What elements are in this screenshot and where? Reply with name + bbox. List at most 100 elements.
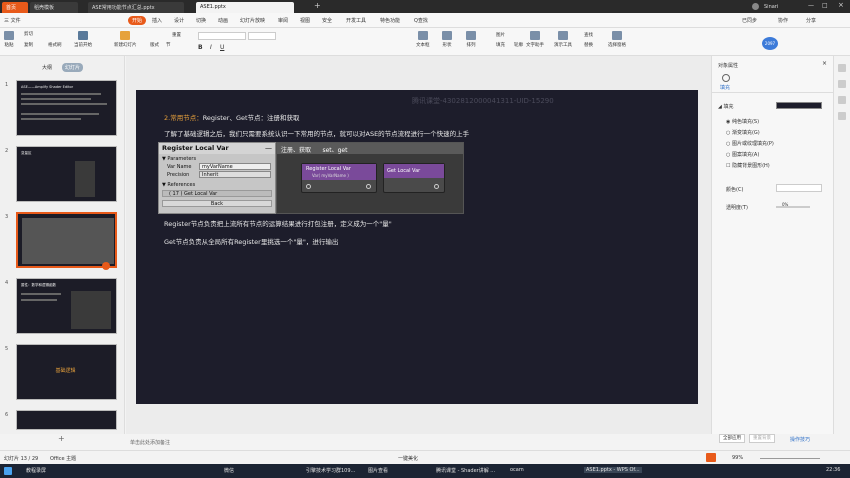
find-button[interactable]: 查找 <box>584 32 593 38</box>
menu-security[interactable]: 安全 <box>322 17 332 24</box>
textbox-button[interactable]: 文本框 <box>416 31 430 48</box>
slide-thumbnail-1[interactable]: ASE——Amplify Shader Editor <box>16 80 117 136</box>
file-menu[interactable]: 三 文件 <box>4 17 21 24</box>
new-slide-button[interactable]: 新建幻灯片 <box>114 31 137 48</box>
solid-fill-option[interactable]: ◉ 纯色填充(S) <box>726 118 759 125</box>
gradient-fill-option[interactable]: ○ 渐变填充(G) <box>726 129 760 136</box>
properties-icon[interactable] <box>838 64 846 72</box>
tab-home[interactable]: 首页 <box>2 2 28 13</box>
side-toolbar <box>833 56 850 434</box>
taskbar-item-recording[interactable]: 教程录屏 <box>26 467 46 474</box>
slide-thumbnail-3[interactable] <box>16 212 117 270</box>
taskbar-item-wechat[interactable]: 微信 <box>224 467 234 474</box>
reset-bg-button[interactable]: 重置背景 <box>749 434 775 443</box>
avatar[interactable] <box>752 3 759 10</box>
share-button[interactable]: 分享 <box>806 17 816 24</box>
add-slide-icon[interactable] <box>102 262 110 270</box>
layout-button[interactable]: 版式 <box>150 42 159 48</box>
menu-start[interactable]: 开始 <box>128 16 147 25</box>
slide-thumbnail-2[interactable]: 变量区 <box>16 146 117 202</box>
arrange-button[interactable]: 排列 <box>466 31 476 48</box>
button-label: 粘贴 <box>4 43 14 48</box>
menu-features[interactable]: 特色功能 <box>380 17 400 24</box>
input-port-icon <box>306 184 311 189</box>
copy-button[interactable]: 复制 <box>24 42 33 48</box>
hide-bg-checkbox[interactable]: ☐ 隐藏背景图形(H) <box>726 162 770 169</box>
reset-button[interactable]: 重置 <box>172 32 181 38</box>
menu-view[interactable]: 视图 <box>300 17 310 24</box>
cut-button[interactable]: 剪切 <box>24 31 33 37</box>
node-graph-image: 注册、获取 set、get Register Local Var Var( my… <box>276 142 464 214</box>
menu-slideshow[interactable]: 幻灯片放映 <box>240 17 265 24</box>
picture-fill-option[interactable]: ○ 图片或纹理填充(P) <box>726 140 774 147</box>
tab-outline[interactable]: 大纲 <box>42 64 52 71</box>
taskbar-item-ocam[interactable]: ocam <box>510 467 524 473</box>
italic-button[interactable]: I <box>210 44 212 51</box>
beautify-button[interactable]: 一键美化 <box>398 455 418 462</box>
play-slideshow-icon[interactable] <box>706 453 716 462</box>
account-name[interactable]: Sinari <box>764 4 778 10</box>
menu-insert[interactable]: 插入 <box>152 17 162 24</box>
selection-pane-button[interactable]: 选择窗格 <box>608 31 626 48</box>
paste-button[interactable]: 粘贴 <box>4 31 14 48</box>
menu-animation[interactable]: 动画 <box>218 17 228 24</box>
cloud-badge[interactable]: 2097 <box>762 37 778 50</box>
collab-button[interactable]: 协作 <box>778 17 788 24</box>
sync-status[interactable]: 已同步 <box>742 17 757 24</box>
presentation-tools-button[interactable]: 演示工具 <box>554 31 572 48</box>
tab-ase-summary[interactable]: ASE常用功能节点汇总.pptx <box>88 2 184 13</box>
register-description: Register节点负责把上流所有节点的运算结果进行打包注册，定义成为一个"量" <box>164 220 392 228</box>
taskbar-item-group[interactable]: 引擎技术学习群109... <box>306 467 355 474</box>
windows-start-icon[interactable] <box>4 467 12 475</box>
outline-button[interactable]: 轮廓 <box>514 42 523 48</box>
tab-ase1[interactable]: ASE1.pptx <box>196 2 294 13</box>
bold-button[interactable]: B <box>198 44 203 51</box>
tips-link[interactable]: 操作技巧 <box>790 436 810 443</box>
font-size-select[interactable] <box>248 32 276 40</box>
apply-all-button[interactable]: 全部应用 <box>719 434 745 443</box>
shape-button[interactable]: 形状 <box>442 31 452 48</box>
add-slide-button[interactable]: + <box>58 434 65 443</box>
color-select[interactable] <box>776 184 822 192</box>
picture-button[interactable]: 图片 <box>496 32 505 38</box>
menu-devtools[interactable]: 开发工具 <box>346 17 366 24</box>
format-painter-button[interactable]: 格式刷 <box>48 42 62 48</box>
zoom-slider[interactable] <box>760 458 820 459</box>
start-from-current-button[interactable]: 当前开始 <box>74 31 92 48</box>
slide[interactable]: 腾讯课堂-4302812000041311-UID-15290 2.常用节点：R… <box>136 90 698 404</box>
settings-icon[interactable] <box>838 112 846 120</box>
font-name-select[interactable] <box>198 32 246 40</box>
style-icon[interactable] <box>838 80 846 88</box>
tab-template[interactable]: 稻壳模板 <box>30 2 78 13</box>
slide-thumbnail-4[interactable]: 属性：数学和逻辑函数 <box>16 278 117 334</box>
slide-thumbnail-5[interactable]: 基础逻辑 <box>16 344 117 400</box>
fill-button[interactable]: 填充 <box>496 42 505 48</box>
button-label: 形状 <box>442 43 452 48</box>
animation-icon[interactable] <box>838 96 846 104</box>
menu-design[interactable]: 设计 <box>174 17 184 24</box>
slides-panel: 大纲 幻灯片 1 ASE——Amplify Shader Editor 2 变量… <box>0 56 125 443</box>
notes-placeholder[interactable]: 单击此处添加备注 <box>130 439 170 446</box>
close-panel-icon[interactable]: × <box>822 60 827 67</box>
taskbar-item-wps[interactable]: ASE1.pptx - WPS Of... <box>584 467 642 473</box>
fill-color-swatch[interactable] <box>776 102 822 109</box>
menu-review[interactable]: 审阅 <box>278 17 288 24</box>
minimize-icon[interactable]: — <box>808 2 814 9</box>
taskbar-item-tencent[interactable]: 腾讯课堂 - Shader讲解 ... <box>436 467 495 474</box>
replace-button[interactable]: 替换 <box>584 42 593 48</box>
fill-tab[interactable]: 填充 <box>720 84 730 91</box>
text-assistant-button[interactable]: 文字助手 <box>526 31 544 48</box>
ribbon-toolbar: 粘贴 剪切 复制 格式刷 当前开始 新建幻灯片 版式 节 重置 B I U 文本… <box>0 28 850 56</box>
slide-thumbnail-6[interactable] <box>16 410 117 430</box>
underline-button[interactable]: U <box>220 44 224 51</box>
menu-transition[interactable]: 切换 <box>196 17 206 24</box>
close-icon[interactable]: × <box>838 1 844 9</box>
section-button[interactable]: 节 <box>166 42 171 48</box>
maximize-icon[interactable]: □ <box>822 2 828 9</box>
new-tab-icon[interactable]: + <box>314 1 321 10</box>
pattern-fill-option[interactable]: ○ 图案填充(A) <box>726 151 759 158</box>
search-menu[interactable]: Q查找 <box>414 17 428 24</box>
tab-slides[interactable]: 幻灯片 <box>62 63 84 72</box>
taskbar-item-image-viewer[interactable]: 图片查看 <box>368 467 388 474</box>
fill-tab-icon[interactable] <box>722 74 730 82</box>
